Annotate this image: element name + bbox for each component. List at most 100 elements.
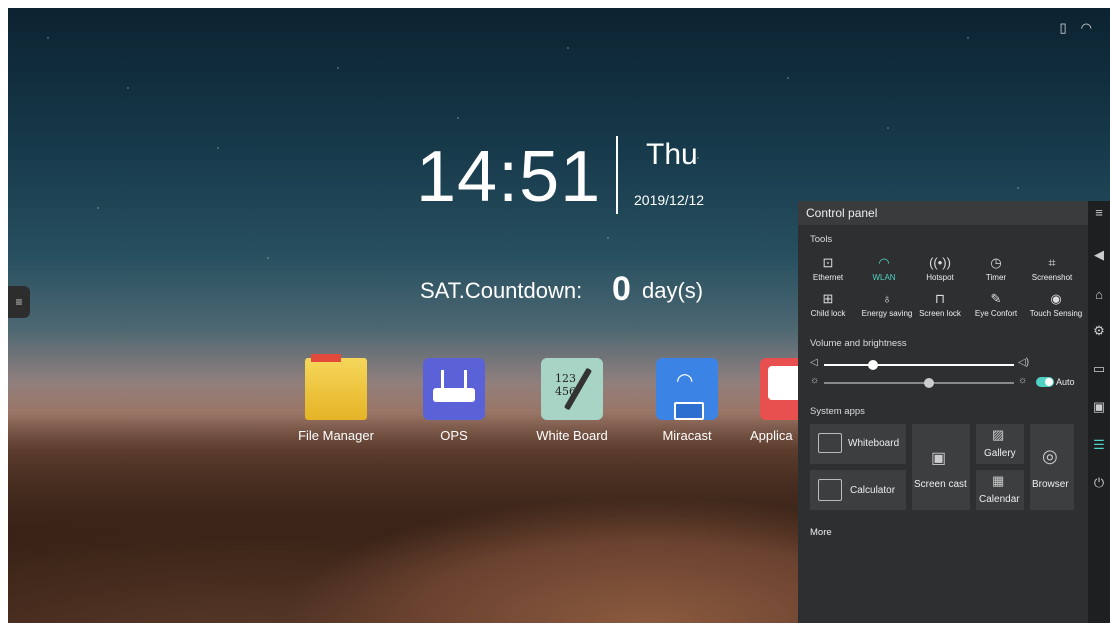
more-link[interactable]: More — [810, 527, 832, 538]
sys-app-label: Gallery — [984, 448, 1016, 459]
tool-label: Ethernet — [812, 273, 844, 282]
usb-icon: ▯ — [1059, 20, 1067, 35]
globe-icon: ◎ — [1042, 446, 1058, 466]
tool-touch-sensing[interactable]: ◉ Touch Sensing — [1028, 291, 1084, 318]
volume-slider-thumb[interactable] — [868, 360, 879, 370]
tool-ethernet[interactable]: ⊡ Ethernet — [804, 255, 852, 282]
auto-brightness-toggle[interactable] — [1036, 377, 1054, 387]
tool-label: Timer — [985, 273, 1007, 282]
dock-app-label: Applica — [750, 428, 793, 443]
brightness-high-icon: ☼ — [1018, 375, 1028, 386]
sys-app-calendar[interactable]: ▦ Calendar — [976, 470, 1024, 510]
dock-app-white-board[interactable]: 123 456 White Board — [527, 358, 617, 443]
clock-divider — [616, 136, 618, 214]
lock-icon: ⊓ — [934, 291, 946, 306]
tool-label: Energy saving — [861, 309, 913, 318]
tool-screenshot[interactable]: ⌗ Screenshot — [1028, 255, 1076, 282]
sys-app-screen-cast[interactable]: ▣ Screen cast — [912, 424, 970, 510]
sat-countdown: SAT.Countdown: 0 day(s) — [420, 270, 703, 308]
miracast-icon: ◠ — [656, 358, 718, 420]
sys-app-label: Browser — [1032, 479, 1069, 490]
settings-icon[interactable]: ⚙ — [1088, 323, 1110, 339]
sys-app-label: Calculator — [850, 485, 896, 496]
tool-label: Touch Sensing — [1029, 309, 1083, 318]
tool-label: Screenshot — [1031, 273, 1073, 282]
calendar-icon: ▦ — [992, 473, 1005, 488]
screen-cast-icon: ▣ — [931, 450, 947, 467]
dock-app-label: File Manager — [298, 428, 374, 443]
tool-energy-saving[interactable]: ♁ Energy saving — [860, 291, 914, 318]
sys-app-label: Whiteboard — [848, 438, 900, 449]
dock-app-ops[interactable]: OPS — [409, 358, 499, 443]
countdown-value: 0 — [612, 270, 631, 308]
child-lock-icon: ⊞ — [822, 291, 834, 306]
left-sidebar-handle[interactable]: ≡ — [8, 286, 30, 318]
tool-label: Child lock — [810, 309, 846, 318]
control-panel-icon[interactable]: ☰ — [1088, 437, 1110, 453]
lightbulb-icon: ♁ — [882, 291, 892, 306]
sidebar-toggle-icon[interactable]: ≡ — [1088, 205, 1110, 220]
volume-brightness-heading: Volume and brightness — [810, 338, 907, 349]
clock-date: 2019/12/12 — [634, 192, 705, 208]
folder-icon[interactable]: ▭ — [1088, 361, 1110, 377]
brightness-slider-thumb[interactable] — [923, 378, 934, 388]
timer-icon: ◷ — [990, 255, 1002, 270]
dock-app-miracast[interactable]: ◠ Miracast — [642, 358, 732, 443]
sys-app-gallery[interactable]: ▨ Gallery — [976, 424, 1024, 464]
ethernet-icon: ⊡ — [822, 255, 834, 270]
volume-low-icon: ◁ — [810, 357, 818, 368]
tool-label: Hotspot — [926, 273, 954, 282]
tool-child-lock[interactable]: ⊞ Child lock — [804, 291, 852, 318]
power-icon[interactable]: ⏻ — [1088, 475, 1110, 491]
folder-icon — [305, 354, 367, 420]
tool-eye-confort[interactable]: ✎ Eye Confort — [972, 291, 1020, 318]
sys-app-browser[interactable]: ◎ Browser — [1030, 424, 1074, 510]
home-icon[interactable]: ⌂ — [1088, 287, 1110, 302]
wifi-icon: ◠ — [878, 255, 890, 270]
screen-icon[interactable]: ▣ — [1088, 399, 1110, 415]
countdown-label: SAT.Countdown: — [420, 278, 583, 303]
tool-label: Screen lock — [919, 309, 961, 318]
brightness-slider[interactable] — [824, 378, 1014, 388]
sys-app-calculator[interactable]: Calculator — [810, 470, 906, 510]
back-icon[interactable]: ◀ — [1088, 247, 1110, 263]
tool-wlan[interactable]: ◠ WLAN — [860, 255, 908, 282]
whiteboard-app-icon — [818, 433, 842, 453]
router-icon — [423, 358, 485, 420]
countdown-unit: day(s) — [642, 278, 704, 303]
calculator-icon — [818, 479, 842, 501]
system-apps-heading: System apps — [810, 406, 865, 417]
touch-icon: ◉ — [1050, 291, 1062, 306]
eye-comfort-icon: ✎ — [990, 291, 1002, 306]
applications-icon — [760, 358, 800, 420]
volume-high-icon: ◁) — [1018, 357, 1030, 368]
tool-screen-lock[interactable]: ⊓ Screen lock — [916, 291, 964, 318]
tool-label: Eye Confort — [974, 309, 1018, 318]
sys-app-whiteboard[interactable]: Whiteboard — [810, 424, 906, 464]
tools-heading: Tools — [810, 234, 833, 245]
dock-app-label: OPS — [440, 428, 468, 443]
right-sidebar: ≡ ◀ ⌂ ⚙ ▭ ▣ ☰ ⏻ — [1088, 201, 1110, 623]
gallery-icon: ▨ — [992, 427, 1005, 442]
clock-time: 14:51 — [416, 137, 602, 217]
hotspot-icon: ((•)) — [929, 255, 951, 270]
status-bar: ▯ ◠ — [1060, 20, 1093, 36]
tool-timer[interactable]: ◷ Timer — [972, 255, 1020, 282]
tool-label: WLAN — [872, 273, 896, 282]
volume-slider[interactable] — [824, 360, 1014, 370]
dock-app-applications[interactable]: Applica — [750, 358, 800, 443]
whiteboard-icon: 123 456 — [541, 358, 603, 420]
dock-app-label: Miracast — [662, 428, 712, 443]
brightness-low-icon: ☼ — [810, 375, 820, 386]
sys-app-label: Screen cast — [914, 479, 967, 490]
control-panel: Control panel Tools ⊡ Ethernet ◠ WLAN ((•)… — [798, 201, 1088, 623]
dock-app-file-manager[interactable]: File Manager — [291, 354, 381, 443]
crop-icon: ⌗ — [1048, 255, 1056, 270]
tool-hotspot[interactable]: ((•)) Hotspot — [916, 255, 964, 282]
clock-day: Thu — [646, 138, 698, 171]
sys-app-label: Calendar — [979, 494, 1020, 505]
control-panel-title: Control panel — [798, 201, 1088, 225]
wifi-status-icon: ◠ — [1080, 20, 1092, 35]
auto-label: Auto — [1056, 377, 1075, 387]
dock-app-label: White Board — [536, 428, 608, 443]
